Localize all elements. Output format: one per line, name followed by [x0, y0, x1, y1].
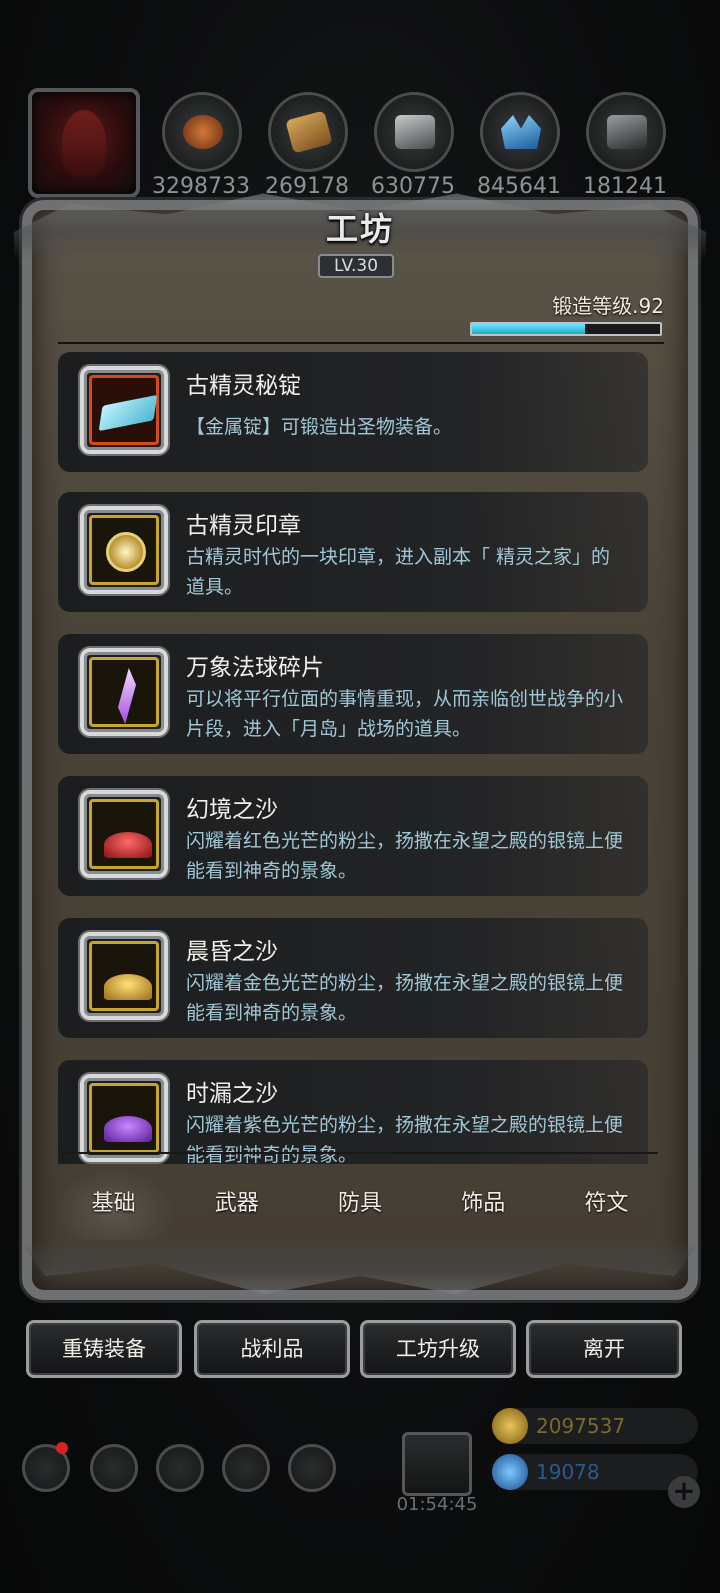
crystal-icon	[501, 115, 541, 149]
item-name: 古精灵秘锭	[186, 373, 301, 399]
action-bar: 重铸装备 战利品 工坊升级 离开	[26, 1320, 694, 1380]
gem-display: 19078	[492, 1454, 698, 1490]
list-item[interactable]: 时漏之沙 闪耀着紫色光芒的粉尘，扬撒在永望之殿的银镜上便能看到神奇的景象。	[58, 1060, 648, 1164]
ore-resource-icon[interactable]	[586, 92, 666, 172]
workshop-upgrade-button[interactable]: 工坊升级	[360, 1320, 516, 1378]
list-item[interactable]: 万象法球碎片 可以将平行位面的事情重现，从而亲临创世战争的小片段，进入「月岛」战…	[58, 634, 648, 754]
list-item[interactable]: 晨昏之沙 闪耀着金色光芒的粉尘，扬撒在永望之殿的银镜上便能看到神奇的景象。	[58, 918, 648, 1038]
achievement-icon[interactable]	[90, 1444, 138, 1492]
guild-icon[interactable]	[156, 1444, 204, 1492]
gold-coin-icon	[492, 1408, 528, 1444]
ore-count: 181241	[583, 174, 667, 199]
item-icon-frame	[80, 790, 168, 878]
leather-resource-icon[interactable]	[162, 92, 242, 172]
panel-title: 工坊	[325, 210, 394, 248]
workshop-level-badge: LV.30	[318, 254, 394, 278]
item-icon-frame	[80, 506, 168, 594]
item-description: 闪耀着紫色光芒的粉尘，扬撒在永望之殿的银镜上便能看到神奇的景象。	[186, 1114, 624, 1164]
tab-armor[interactable]: 防具	[298, 1168, 421, 1240]
ore-icon	[607, 115, 647, 149]
tab-accessories[interactable]: 饰品	[422, 1168, 545, 1240]
gem-amount: 19078	[536, 1460, 600, 1484]
gift-box-icon[interactable]	[402, 1432, 472, 1496]
item-name: 时漏之沙	[186, 1081, 278, 1107]
gift-timer: 01:54:45	[396, 1494, 478, 1515]
wood-icon	[285, 110, 333, 154]
item-list[interactable]: 古精灵秘锭 【金属锭】可锻造出圣物装备。 古精灵印章 古精灵时代的一块印章，进入…	[58, 352, 664, 1164]
gold-display: 2097537	[492, 1408, 698, 1444]
tabs-divider	[62, 1152, 658, 1154]
forge-progress-bar	[470, 322, 662, 336]
item-name: 幻境之沙	[186, 797, 278, 823]
item-name: 万象法球碎片	[186, 655, 324, 681]
item-description: 【金属锭】可锻造出圣物装备。	[186, 416, 453, 438]
tab-basic[interactable]: 基础	[52, 1168, 176, 1240]
leather-icon	[183, 115, 223, 149]
gem-icon	[492, 1454, 528, 1490]
crystal-resource-icon[interactable]	[480, 92, 560, 172]
item-description: 闪耀着金色光芒的粉尘，扬撒在永望之殿的银镜上便能看到神奇的景象。	[186, 972, 624, 1024]
leave-button[interactable]: 离开	[526, 1320, 682, 1378]
red-sand-icon	[104, 832, 152, 858]
resource-bar: 3298733 269178 630775 845641 181241	[0, 88, 720, 199]
gold-sand-icon	[104, 974, 152, 1000]
item-icon-frame	[80, 648, 168, 736]
item-icon-frame	[80, 932, 168, 1020]
crystal-count: 845641	[477, 174, 561, 199]
list-item[interactable]: 幻境之沙 闪耀着红色光芒的粉尘，扬撒在永望之殿的银镜上便能看到神奇的景象。	[58, 776, 648, 896]
item-icon-frame	[80, 1074, 168, 1162]
divider	[58, 342, 664, 344]
item-name: 晨昏之沙	[186, 939, 278, 965]
notification-dot	[56, 1442, 68, 1454]
loot-button[interactable]: 战利品	[194, 1320, 350, 1378]
tab-weapons[interactable]: 武器	[175, 1168, 298, 1240]
item-name: 古精灵印章	[186, 513, 301, 539]
equipment-slot-helmet[interactable]	[28, 88, 140, 198]
forge-progress-fill	[472, 324, 585, 334]
iron-icon	[395, 115, 435, 149]
tab-runes[interactable]: 符文	[545, 1168, 668, 1240]
mail-icon[interactable]	[222, 1444, 270, 1492]
iron-resource-icon[interactable]	[374, 92, 454, 172]
item-description: 闪耀着红色光芒的粉尘，扬撒在永望之殿的银镜上便能看到神奇的景象。	[186, 830, 624, 882]
leather-count: 3298733	[152, 174, 250, 199]
item-description: 古精灵时代的一块印章，进入副本「 精灵之家」的道具。	[186, 546, 611, 598]
reforge-button[interactable]: 重铸装备	[26, 1320, 182, 1378]
list-item[interactable]: 古精灵印章 古精灵时代的一块印章，进入副本「 精灵之家」的道具。	[58, 492, 648, 612]
forge-level-label: 锻造等级.92	[552, 294, 664, 318]
add-currency-button[interactable]: +	[668, 1476, 700, 1508]
item-description: 可以将平行位面的事情重现，从而亲临创世战争的小片段，进入「月岛」战场的道具。	[186, 688, 624, 740]
wood-resource-icon[interactable]	[268, 92, 348, 172]
category-tabs: 基础 武器 防具 饰品 符文	[52, 1168, 668, 1240]
gold-amount: 2097537	[536, 1414, 626, 1438]
crystal-shard-icon	[118, 668, 136, 724]
list-item[interactable]: 古精灵秘锭 【金属锭】可锻造出圣物装备。	[58, 352, 648, 472]
purple-sand-icon	[104, 1116, 152, 1142]
item-icon-frame	[80, 366, 168, 454]
seal-icon	[106, 532, 146, 572]
helmet-icon	[62, 110, 106, 176]
social-icon[interactable]	[288, 1444, 336, 1492]
ingot-icon	[98, 394, 158, 432]
